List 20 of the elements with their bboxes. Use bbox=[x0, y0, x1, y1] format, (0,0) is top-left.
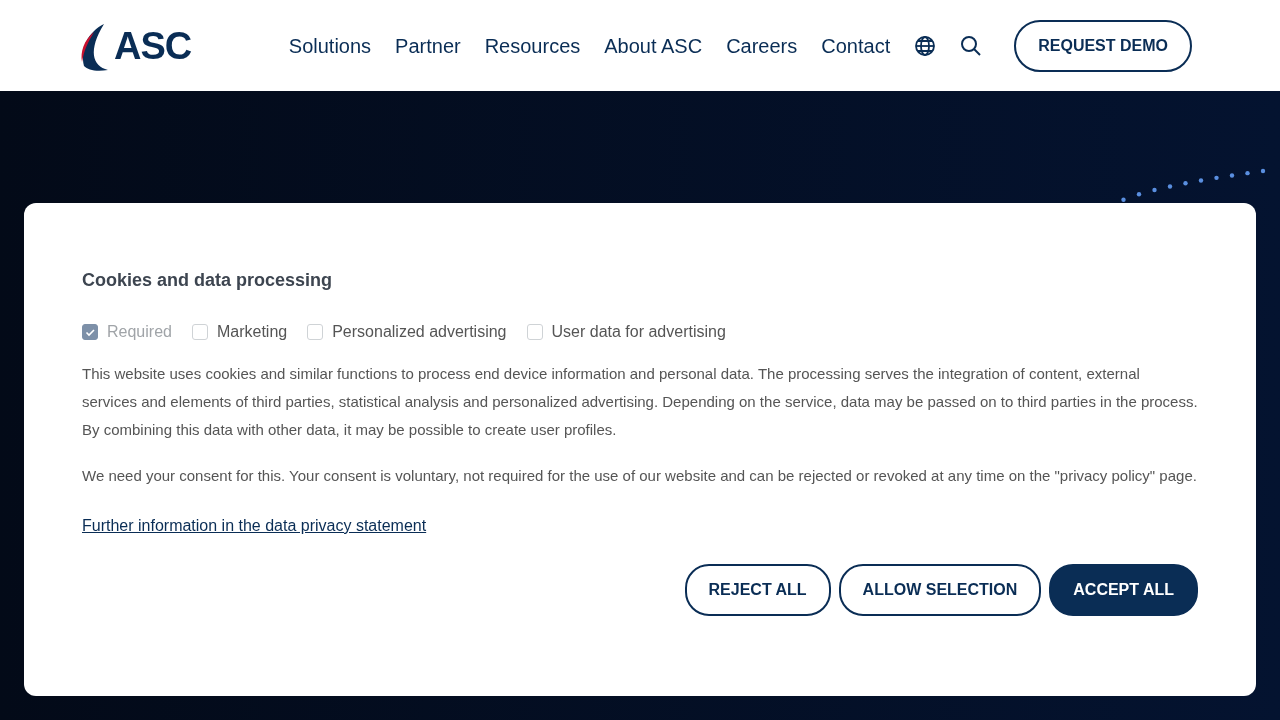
search-icon[interactable] bbox=[960, 34, 983, 57]
nav-link[interactable]: Careers bbox=[726, 30, 798, 61]
request-demo-button[interactable]: REQUEST DEMO bbox=[1014, 19, 1192, 72]
consent-button[interactable]: REJECT ALL bbox=[684, 564, 831, 616]
logo[interactable]: ASC bbox=[74, 19, 192, 72]
consent-checkbox[interactable]: Personalized advertising bbox=[307, 320, 507, 344]
consent-checkbox[interactable]: User data for advertising bbox=[526, 320, 726, 344]
nav-link[interactable]: Resources bbox=[484, 30, 581, 61]
privacy-link[interactable]: Further information in the data privacy statement bbox=[82, 517, 427, 534]
dialog-title: Cookies and data processing bbox=[82, 269, 334, 292]
nav-link[interactable]: Contact bbox=[821, 30, 891, 61]
consent-checkbox[interactable]: Marketing bbox=[191, 320, 288, 344]
consent-paragraph: We need your consent for this. Your consent is voluntary, not required for the use of our website and can be rejected or revoked at any time on the "privacy policy" page. bbox=[82, 466, 1198, 486]
globe-icon[interactable] bbox=[914, 34, 937, 57]
consent-button[interactable]: ALLOW SELECTION bbox=[838, 564, 1042, 616]
accept-button[interactable]: ACCEPT ALL bbox=[1049, 564, 1198, 616]
nav-link[interactable]: About ASC bbox=[604, 30, 703, 61]
consent-paragraph: This website uses cookies and similar functions to process end device information and personal data. The processing serves the integration of content, external services and elements of third parties, statistical analysis and personalized advertising. Depending on the service, data may be passed on to third parties in the process. By combining this data with other data, it may be possible to create user profiles. bbox=[82, 364, 1198, 440]
nav-link[interactable]: Solutions bbox=[288, 30, 372, 61]
nav-link[interactable]: Partner bbox=[395, 30, 461, 61]
